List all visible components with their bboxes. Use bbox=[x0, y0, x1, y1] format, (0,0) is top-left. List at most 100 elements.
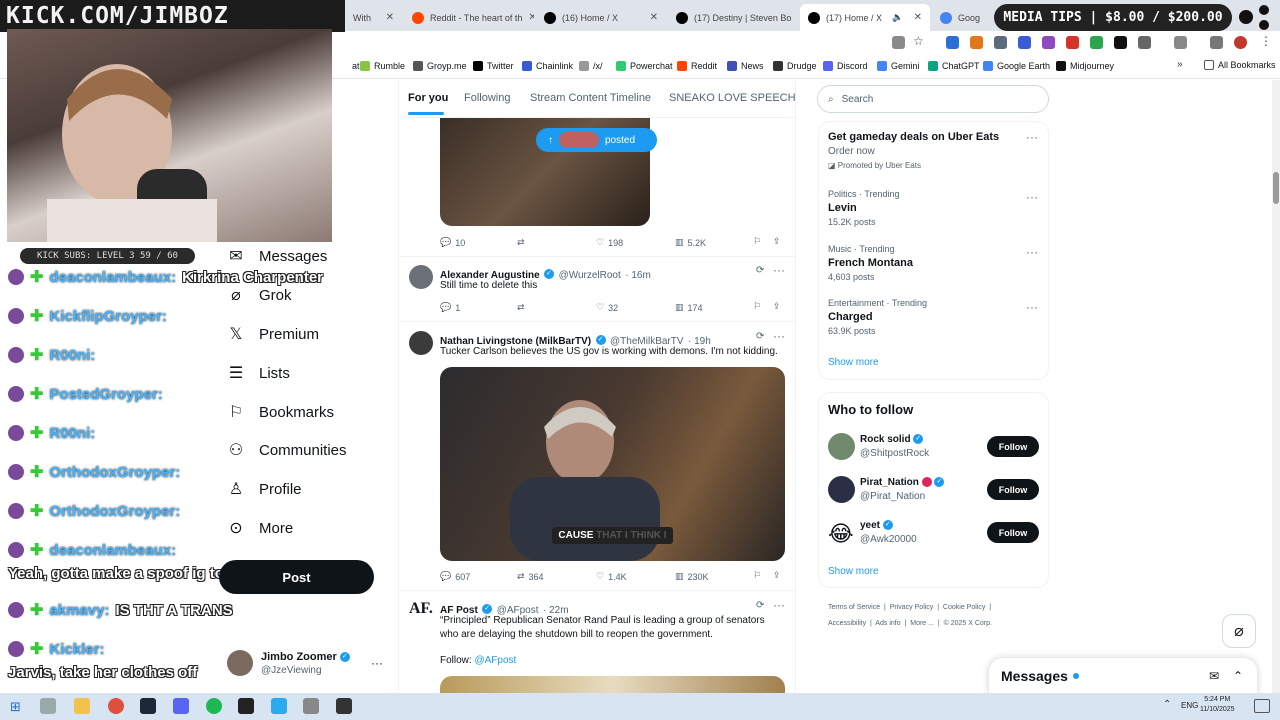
bookmark-button[interactable]: ⚐ bbox=[753, 301, 761, 312]
bookmark-item[interactable]: Google Earth bbox=[983, 61, 1050, 71]
obs-icon[interactable] bbox=[336, 698, 352, 714]
avatar[interactable] bbox=[828, 476, 855, 503]
bookmark-item[interactable]: Rumble bbox=[360, 61, 405, 71]
close-icon[interactable]: ✕ bbox=[528, 12, 534, 23]
search-input[interactable]: ⌕ Search bbox=[817, 85, 1049, 113]
grok-floating-button[interactable]: ⌀ bbox=[1222, 614, 1256, 648]
close-icon[interactable]: ✕ bbox=[650, 12, 658, 23]
extension-icon[interactable] bbox=[1018, 36, 1031, 49]
bookmark-item[interactable]: Discord bbox=[823, 61, 868, 71]
notification-icon[interactable] bbox=[1254, 699, 1270, 713]
tab-sneako-love-speech[interactable]: SNEAKO LOVE SPEECH bbox=[669, 92, 796, 104]
speaker-icon[interactable]: 🔈 bbox=[892, 12, 903, 23]
share-button[interactable]: ⇪ bbox=[773, 570, 781, 581]
metamask-icon[interactable] bbox=[970, 36, 983, 49]
follow-suggestion-name[interactable]: yeet ✓ bbox=[860, 520, 893, 531]
promo-sub[interactable]: Order now bbox=[828, 146, 875, 157]
browser-tab-active[interactable]: (17) Home / X 🔈 ✕ bbox=[800, 4, 930, 31]
footer-link[interactable]: Cookie Policy bbox=[943, 604, 985, 611]
reply-button[interactable]: 💬 607 bbox=[440, 571, 470, 582]
follow-button[interactable]: Follow bbox=[987, 479, 1039, 500]
more-options-icon[interactable]: ··· bbox=[1026, 190, 1038, 204]
bookmark-item[interactable]: /x/ bbox=[579, 61, 603, 71]
like-button[interactable]: ♡ 1.4K bbox=[596, 571, 627, 582]
tweet-media-image[interactable] bbox=[440, 676, 785, 693]
task-view-icon[interactable] bbox=[40, 698, 56, 714]
kebab-menu-icon[interactable]: ⋮ bbox=[1260, 34, 1272, 48]
footer-link[interactable]: Terms of Service bbox=[828, 604, 880, 611]
views-button[interactable]: ▥ 230K bbox=[675, 571, 709, 582]
footer-link[interactable]: Ads info bbox=[875, 620, 900, 627]
bookmark-button[interactable]: ⚐ bbox=[753, 570, 761, 581]
avatar[interactable] bbox=[828, 433, 855, 460]
follow-button[interactable]: Follow bbox=[987, 522, 1039, 543]
follow-button[interactable]: Follow bbox=[987, 436, 1039, 457]
nav-more[interactable]: ⊙ More bbox=[227, 518, 293, 538]
profile-avatar-icon[interactable] bbox=[1234, 36, 1247, 49]
more-options-icon[interactable]: ··· bbox=[773, 598, 785, 612]
puzzle-icon[interactable] bbox=[1138, 36, 1151, 49]
avatar[interactable] bbox=[227, 650, 253, 676]
app-icon[interactable] bbox=[238, 698, 254, 714]
chrome-icon[interactable] bbox=[108, 698, 124, 714]
messages-drawer[interactable]: Messages ✉ ⌃ bbox=[989, 658, 1257, 694]
close-icon[interactable]: ✕ bbox=[386, 12, 394, 23]
tab-following[interactable]: Following bbox=[464, 92, 510, 104]
scrollbar-thumb[interactable] bbox=[1273, 172, 1279, 204]
windows-start-icon[interactable]: ⊞ bbox=[10, 699, 21, 715]
like-button[interactable]: ♡ 32 bbox=[596, 302, 618, 313]
close-icon[interactable]: ✕ bbox=[797, 12, 798, 23]
more-options-icon[interactable]: ··· bbox=[1026, 245, 1038, 259]
more-options-icon[interactable]: ··· bbox=[773, 263, 785, 277]
show-more-link[interactable]: Show more bbox=[828, 357, 879, 368]
views-button[interactable]: ▥ 174 bbox=[675, 302, 703, 313]
spotify-icon[interactable] bbox=[206, 698, 222, 714]
nav-lists[interactable]: ☰ Lists bbox=[227, 363, 290, 383]
show-more-link[interactable]: Show more bbox=[828, 566, 879, 577]
follow-suggestion-name[interactable]: Rock solid ✓ bbox=[860, 434, 924, 445]
avatar[interactable] bbox=[409, 265, 433, 289]
x-icon[interactable] bbox=[1114, 36, 1127, 49]
like-button[interactable]: ♡ 198 bbox=[596, 237, 623, 248]
tweet-video[interactable]: CAUSE THAT I THINK I bbox=[440, 367, 785, 561]
close-icon[interactable]: ✕ bbox=[914, 12, 922, 23]
nav-grok[interactable]: ⌀ Grok bbox=[227, 285, 291, 305]
views-button[interactable]: ▥ 5.2K bbox=[675, 237, 706, 248]
mention-link[interactable]: @AFpost bbox=[474, 655, 516, 666]
reply-button[interactable]: 💬 10 bbox=[440, 237, 465, 248]
bookmark-button[interactable]: ⚐ bbox=[753, 236, 761, 247]
bookmark-item[interactable]: Twitter bbox=[473, 61, 514, 71]
extension-icon[interactable] bbox=[946, 36, 959, 49]
trend-item[interactable]: Music · Trending French Montana 4,603 post… bbox=[828, 244, 913, 282]
af-post-avatar[interactable]: AF. bbox=[409, 600, 433, 624]
bookmark-item[interactable]: Powerchat bbox=[616, 61, 673, 71]
steam-icon[interactable] bbox=[140, 698, 156, 714]
grok-icon[interactable]: ⟳ bbox=[756, 600, 764, 611]
tweet-handle[interactable]: @WurzelRoot bbox=[559, 270, 621, 281]
new-posts-pill[interactable]: ↑ posted bbox=[536, 128, 657, 152]
trend-item[interactable]: Politics · Trending Levin 15.2K posts bbox=[828, 189, 900, 227]
chevron-up-icon[interactable]: ⌃ bbox=[1233, 669, 1243, 683]
share-button[interactable]: ⇪ bbox=[773, 301, 781, 312]
share-button[interactable]: ⇪ bbox=[773, 236, 781, 247]
extension-icon[interactable] bbox=[1042, 36, 1055, 49]
tab-for-you[interactable]: For you bbox=[408, 92, 448, 104]
more-options-icon[interactable]: ··· bbox=[773, 329, 785, 343]
extension-icon[interactable] bbox=[1066, 36, 1079, 49]
browser-tab[interactable]: (17) Destiny | Steven Bo ✕ bbox=[668, 4, 798, 31]
promo-title[interactable]: Get gameday deals on Uber Eats bbox=[828, 131, 999, 143]
laughing-emoji-avatar[interactable]: 😂 bbox=[828, 520, 855, 547]
bookmark-item[interactable]: ChatGPT bbox=[928, 61, 980, 71]
telegram-icon[interactable] bbox=[271, 698, 287, 714]
bookmark-item[interactable]: News bbox=[727, 61, 764, 71]
language-indicator[interactable]: ENG bbox=[1181, 701, 1198, 710]
nav-bookmarks[interactable]: ⚐ Bookmarks bbox=[227, 402, 334, 422]
system-clock[interactable]: 5:24 PM 11/10/2025 bbox=[1200, 695, 1235, 715]
footer-link[interactable]: Privacy Policy bbox=[890, 604, 934, 611]
retweet-button[interactable]: ⇄ bbox=[517, 237, 525, 248]
menu-icon[interactable] bbox=[1210, 36, 1223, 49]
browser-tab[interactable]: Reddit - The heart of th ✕ bbox=[404, 4, 534, 31]
install-icon[interactable] bbox=[892, 36, 905, 49]
grok-icon[interactable]: ⟳ bbox=[756, 265, 764, 276]
browser-tab[interactable]: Goog bbox=[932, 4, 992, 31]
